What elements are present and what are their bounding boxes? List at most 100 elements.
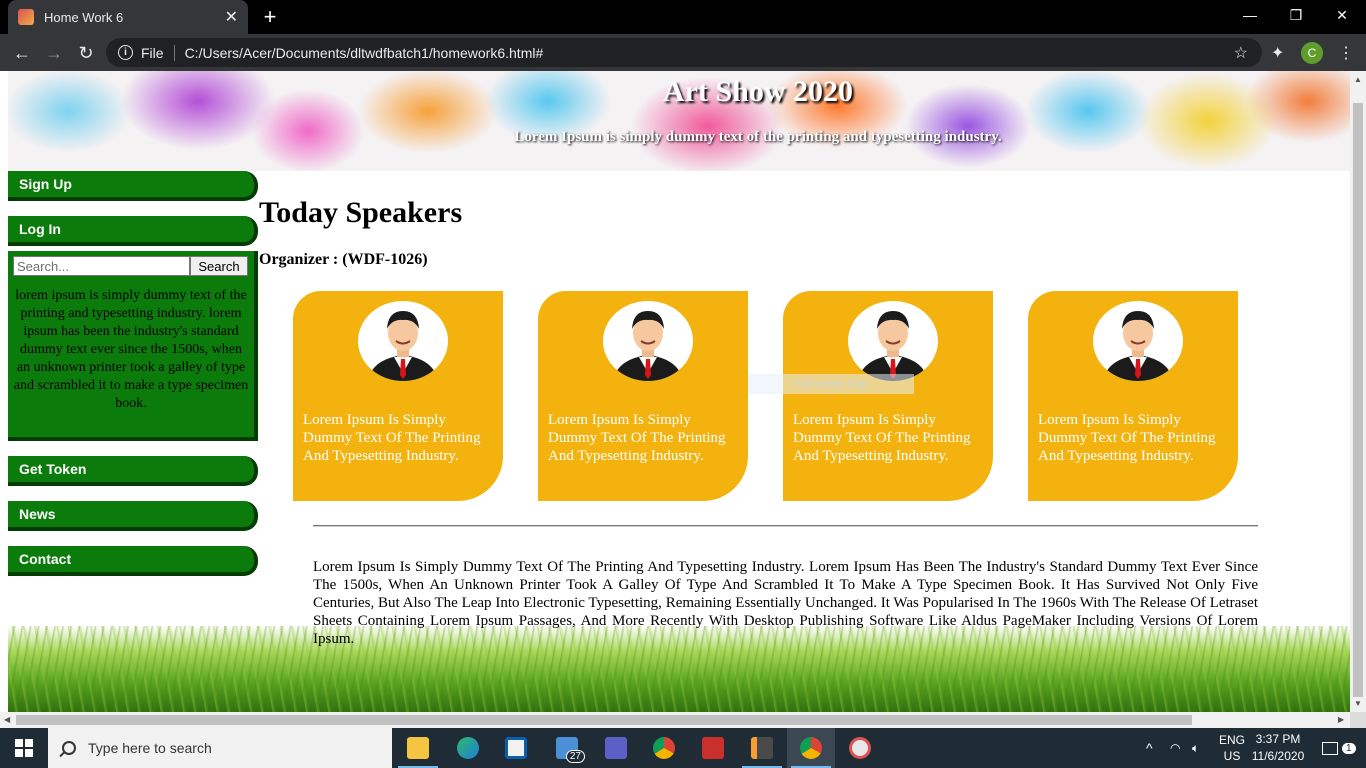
speaker-avatar <box>603 301 693 381</box>
speaker-avatar <box>848 301 938 381</box>
chrome-profile-app[interactable] <box>787 728 835 768</box>
sublime-text-app[interactable] <box>738 728 786 768</box>
chrome-icon <box>653 737 675 759</box>
page-title: Today Speakers <box>259 196 463 229</box>
profile-avatar[interactable]: C <box>1301 42 1323 64</box>
search-icon <box>62 741 76 755</box>
edge-icon <box>457 737 479 759</box>
speaker-card-text: Lorem Ipsum Is Simply Dummy Text Of The … <box>548 412 726 464</box>
taskbar-clock[interactable]: 3:37 PM 11/6/2020 <box>1248 731 1308 765</box>
speaker-card-text: Lorem Ipsum Is Simply Dummy Text Of The … <box>1038 412 1216 464</box>
clock-date: 11/6/2020 <box>1251 749 1305 763</box>
scroll-right-arrow-icon[interactable]: ▶ <box>1338 715 1344 724</box>
tab-close-icon[interactable]: ✕ <box>225 7 238 27</box>
network-icon[interactable]: ◠ <box>1170 728 1180 768</box>
language-code: ENG <box>1219 733 1246 747</box>
sidebar-get-token-button[interactable]: Get Token <box>8 456 258 486</box>
teams-icon <box>605 737 627 759</box>
bookmark-star-icon[interactable]: ☆ <box>1234 43 1248 63</box>
scroll-left-arrow-icon[interactable]: ◀ <box>4 715 10 724</box>
taskbar-search-box[interactable]: Type here to search <box>48 728 392 768</box>
file-explorer-app[interactable] <box>394 728 442 768</box>
horizontal-scrollbar[interactable]: ◀ ▶ <box>0 712 1350 728</box>
notification-center-icon[interactable]: 1 <box>1322 728 1356 768</box>
sublime-icon <box>751 737 773 759</box>
browser-tab[interactable]: Home Work 6 ✕ <box>8 0 248 34</box>
sidebar-blurb: lorem ipsum is simply dummy text of the … <box>13 288 249 411</box>
windows-taskbar: Type here to search 27 ^ ◠ 🔈︎ ENG US 3:3… <box>0 728 1366 768</box>
scheme-label: File <box>141 44 164 61</box>
close-window-button[interactable]: ✕ <box>1319 0 1365 30</box>
site-info-icon[interactable]: i <box>118 45 133 60</box>
start-button[interactable] <box>0 728 48 768</box>
scrollbar-corner <box>1350 712 1366 728</box>
browser-menu-icon[interactable]: ⋮ <box>1338 43 1354 63</box>
chat-bubble-icon <box>1322 741 1338 755</box>
speaker-card: Lorem Ipsum Is Simply Dummy Text Of The … <box>783 291 993 501</box>
notification-count: 1 <box>1342 742 1356 754</box>
speaker-avatar-icon <box>858 311 928 381</box>
browser-toolbar: ← → ↻ i File C:/Users/Acer/Documents/dlt… <box>0 34 1366 71</box>
speaker-avatar <box>358 301 448 381</box>
page-viewport: Art Show 2020 Lorem Ipsum is simply dumm… <box>0 71 1350 712</box>
edge-app[interactable] <box>444 728 492 768</box>
snip-icon <box>849 737 871 759</box>
header-banner: Art Show 2020 Lorem Ipsum is simply dumm… <box>8 71 1350 171</box>
forward-button[interactable]: → <box>42 41 66 65</box>
address-separator <box>173 44 175 61</box>
page-header-title: Art Show 2020 <box>662 75 853 108</box>
sidebar-search-panel: Search lorem ipsum is simply dummy text … <box>8 251 258 441</box>
speaker-avatar-icon <box>368 311 438 381</box>
speaker-card: Lorem Ipsum Is Simply Dummy Text Of The … <box>1028 291 1238 501</box>
windows-logo-icon <box>15 739 33 757</box>
clock-time: 3:37 PM <box>1255 732 1301 746</box>
language-indicator[interactable]: ENG US <box>1219 728 1245 768</box>
speaker-avatar-icon <box>613 311 683 381</box>
tab-strip: Home Work 6 ✕ + — ❐ ✕ <box>0 0 1366 34</box>
vertical-scroll-thumb[interactable] <box>1353 103 1363 697</box>
page-header-subtitle: Lorem Ipsum is simply dummy text of the … <box>514 129 1002 145</box>
pdf-app[interactable] <box>689 728 737 768</box>
new-tab-button[interactable]: + <box>260 4 280 30</box>
content-paragraph: Lorem Ipsum Is Simply Dummy Text Of The … <box>313 559 1258 647</box>
back-button[interactable]: ← <box>10 41 34 65</box>
tab-title: Home Work 6 <box>44 9 124 25</box>
teams-app[interactable] <box>592 728 640 768</box>
region-code: US <box>1223 749 1241 763</box>
scroll-down-arrow-icon[interactable]: ▼ <box>1354 699 1362 708</box>
speaker-card-text: Lorem Ipsum Is Simply Dummy Text Of The … <box>793 412 971 464</box>
chrome-app[interactable] <box>640 728 688 768</box>
reload-button[interactable]: ↻ <box>74 41 98 65</box>
organizer-label: Organizer : (WDF-1026) <box>259 251 428 268</box>
url-text[interactable]: C:/Users/Acer/Documents/dltwdfbatch1/hom… <box>185 45 544 61</box>
sidebar-contact-button[interactable]: Contact <box>8 546 258 576</box>
sidebar-signup-button[interactable]: Sign Up <box>8 171 258 201</box>
sidebar-news-button[interactable]: News <box>8 501 258 531</box>
search-form: Search <box>13 256 248 276</box>
store-app[interactable] <box>492 728 540 768</box>
speaker-card: Lorem Ipsum Is Simply Dummy Text Of The … <box>293 291 503 501</box>
speaker-avatar-icon <box>1103 311 1173 381</box>
folder-icon <box>407 737 429 759</box>
snip-overlay-label: Full-screen Snip <box>748 374 914 394</box>
page-favicon-icon <box>18 9 34 25</box>
store-bag-icon <box>505 737 527 759</box>
speaker-avatar <box>1093 301 1183 381</box>
taskbar-search-placeholder: Type here to search <box>88 740 212 756</box>
mail-app[interactable]: 27 <box>543 728 591 768</box>
scroll-up-arrow-icon[interactable]: ▲ <box>1354 75 1362 84</box>
address-bar[interactable]: i File C:/Users/Acer/Documents/dltwdfbat… <box>106 38 1262 67</box>
show-hidden-icons-chevron-icon[interactable]: ^ <box>1146 728 1153 768</box>
horizontal-scroll-thumb[interactable] <box>16 715 1192 725</box>
volume-icon[interactable]: 🔈︎ <box>1192 728 1199 768</box>
vertical-scrollbar[interactable]: ▲ ▼ <box>1350 71 1366 712</box>
snipping-tool-app[interactable] <box>836 728 884 768</box>
speaker-card: Lorem Ipsum Is Simply Dummy Text Of The … <box>538 291 748 501</box>
extensions-puzzle-icon[interactable]: ✦ <box>1271 43 1284 63</box>
pdf-icon <box>702 737 724 759</box>
search-input[interactable] <box>13 256 190 276</box>
sidebar-login-button[interactable]: Log In <box>8 216 258 246</box>
minimize-button[interactable]: — <box>1227 0 1273 30</box>
restore-button[interactable]: ❐ <box>1273 0 1319 30</box>
search-button[interactable]: Search <box>190 256 248 276</box>
